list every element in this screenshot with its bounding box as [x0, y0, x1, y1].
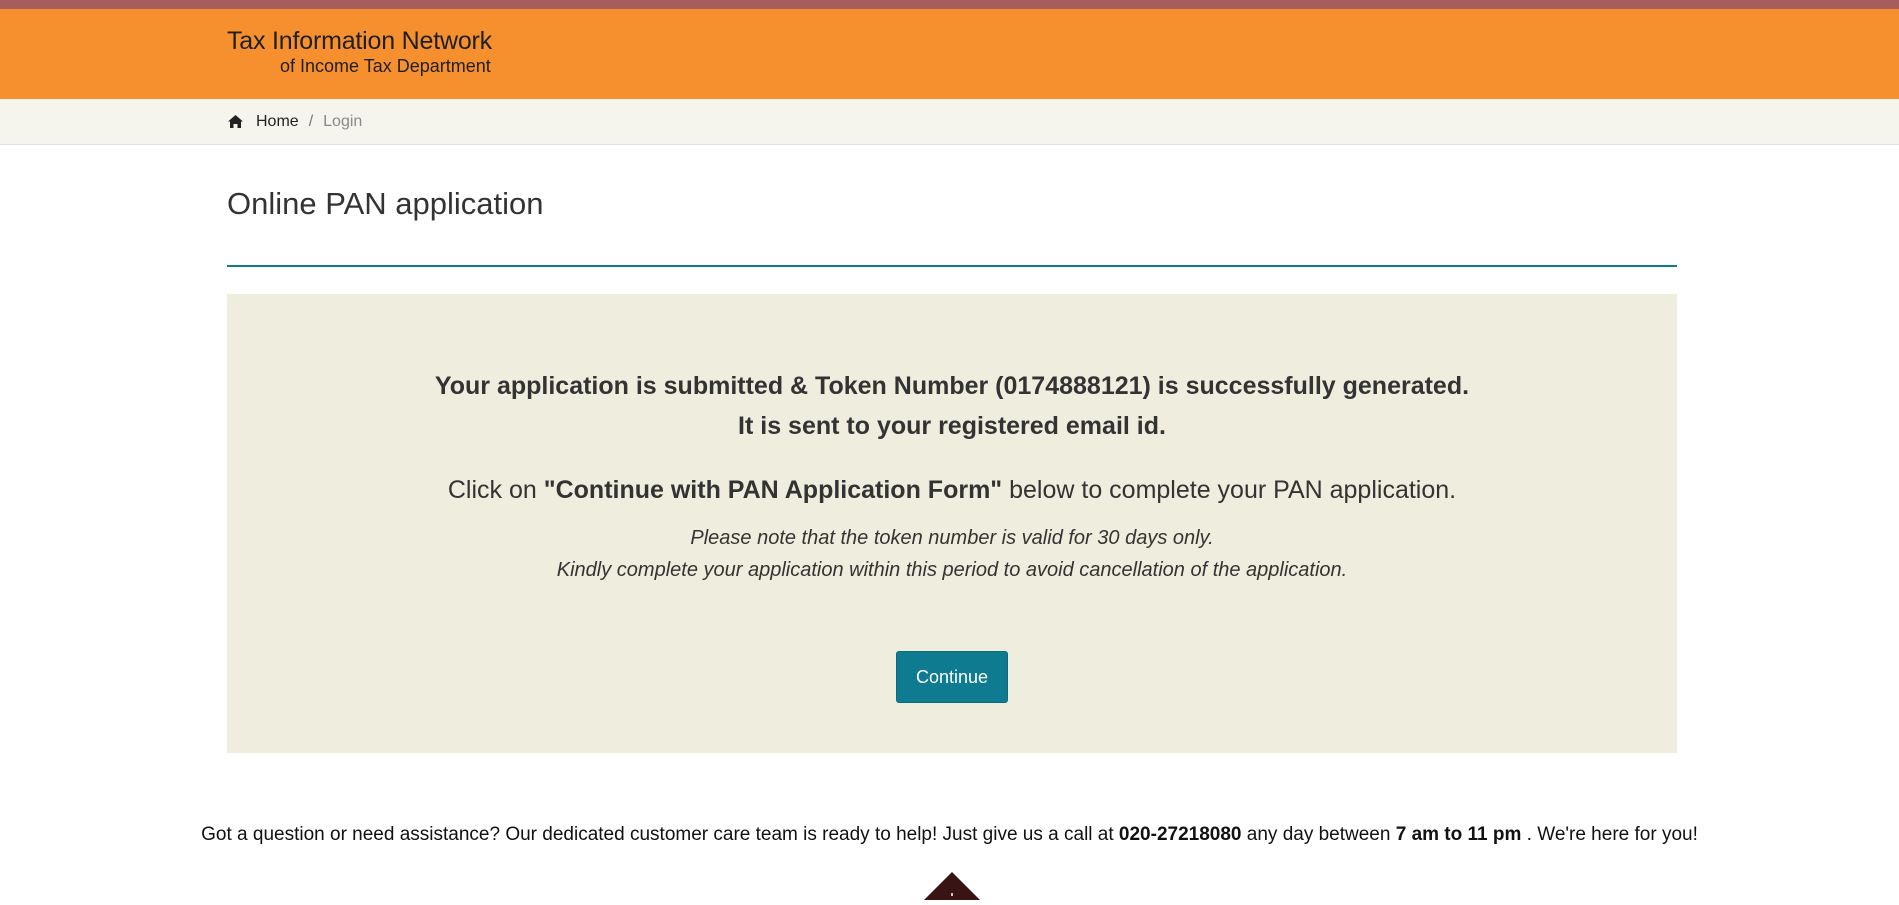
- validity-note: Please note that the token number is val…: [690, 527, 1214, 549]
- email-sent-message: It is sent to your registered email id.: [738, 412, 1166, 440]
- logo-title: Tax Information Network: [227, 27, 492, 55]
- breadcrumb-bar: Home / Login: [0, 99, 1899, 145]
- logo-subtitle: of Income Tax Department: [280, 56, 491, 76]
- completion-note: Kindly complete your application within …: [556, 559, 1348, 581]
- support-middle: any day between: [1241, 824, 1396, 845]
- instruction-prefix: Click on: [447, 476, 544, 504]
- success-message: Your application is submitted & Token Nu…: [434, 372, 1470, 400]
- page-title: Online PAN application: [227, 186, 544, 221]
- site-logo[interactable]: Tax Information Network of Income Tax De…: [227, 27, 492, 77]
- home-icon[interactable]: [227, 114, 244, 129]
- breadcrumb: Home / Login: [227, 99, 362, 144]
- instruction-highlight: "Continue with PAN Application Form": [543, 476, 1003, 504]
- scroll-top-icon[interactable]: [924, 872, 980, 900]
- support-hours: 7 am to 11 pm: [1395, 824, 1522, 845]
- site-header: Tax Information Network of Income Tax De…: [0, 9, 1899, 99]
- breadcrumb-current: Login: [323, 112, 363, 130]
- support-suffix: . We're here for you!: [1521, 824, 1698, 845]
- support-phone: 020-27218080: [1118, 824, 1242, 845]
- title-divider: [227, 265, 1677, 267]
- instruction-text: Click on "Continue with PAN Application …: [227, 476, 1677, 505]
- breadcrumb-home-link[interactable]: Home: [256, 113, 299, 131]
- continue-button[interactable]: Continue: [896, 651, 1008, 703]
- support-info: Got a question or need assistance? Our d…: [0, 824, 1899, 846]
- instruction-suffix: below to complete your PAN application.: [1002, 476, 1457, 504]
- top-accent-line: [0, 0, 1899, 9]
- confirmation-panel: Your application is submitted & Token Nu…: [227, 294, 1677, 753]
- support-prefix: Got a question or need assistance? Our d…: [201, 824, 1119, 845]
- breadcrumb-separator: /: [308, 112, 314, 130]
